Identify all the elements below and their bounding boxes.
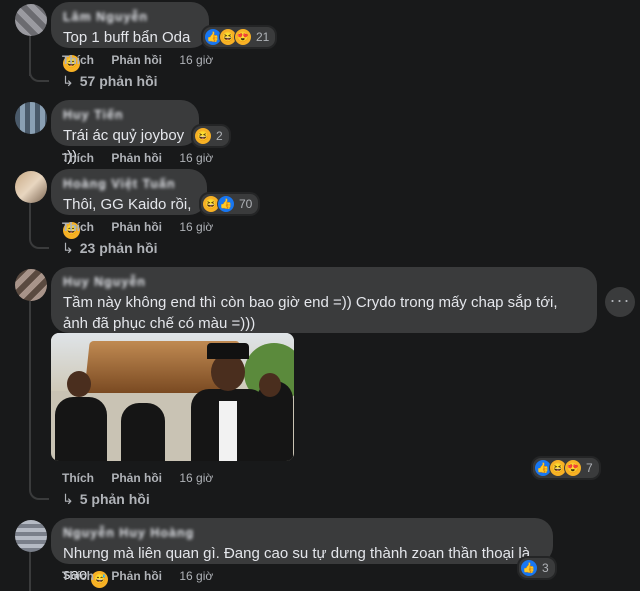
like-reaction-icon: 👍	[520, 559, 538, 577]
reaction-summary[interactable]: 👍 😆 😍 7	[531, 456, 601, 480]
comment-actions: Thích Phản hồi 16 giờ	[62, 151, 227, 165]
comment-photo[interactable]	[51, 333, 294, 461]
reply-button[interactable]: Phản hồi	[111, 471, 162, 485]
photo-pallbearer-head	[67, 371, 91, 397]
reply-button[interactable]: Phản hồi	[111, 151, 162, 165]
timestamp[interactable]: 16 giờ	[179, 471, 213, 485]
comment-author[interactable]: Huy Nguyễn	[63, 275, 585, 289]
replies-count: 5 phản hồi	[79, 491, 150, 507]
comment-bubble: Huy Tiến Trái ác quỷ joyboy :))	[51, 100, 199, 165]
love-reaction-icon: 😍	[234, 28, 252, 46]
timestamp[interactable]: 16 giờ	[179, 53, 213, 67]
comment-author[interactable]: Huy Tiến	[63, 108, 187, 122]
more-options-button[interactable]: ···	[605, 287, 635, 317]
view-replies-link[interactable]: ↳ 23 phản hồi	[62, 240, 158, 257]
thread-connector	[29, 66, 49, 82]
timestamp[interactable]: 16 giờ	[179, 569, 213, 583]
photo-shirt	[219, 401, 237, 461]
comment-author[interactable]: Nguyễn Huy Hoàng	[63, 526, 541, 540]
reaction-count: 2	[216, 129, 223, 143]
like-button[interactable]: Thích	[62, 151, 94, 165]
timestamp[interactable]: 16 giờ	[179, 220, 213, 234]
reaction-summary[interactable]: 😆 2	[191, 124, 231, 148]
avatar[interactable]	[15, 520, 47, 552]
reply-button[interactable]: Phản hồi	[111, 220, 162, 234]
love-reaction-icon: 😍	[564, 459, 582, 477]
avatar[interactable]	[15, 269, 47, 301]
reply-arrow-icon: ↳	[62, 491, 74, 507]
avatar[interactable]	[15, 102, 47, 134]
comment-bubble: Nguyễn Huy Hoàng Nhưng mà liên quan gì. …	[51, 518, 553, 588]
view-replies-link[interactable]: ↳ 57 phản hồi	[62, 73, 158, 90]
reply-arrow-icon: ↳	[62, 240, 74, 256]
avatar[interactable]	[15, 4, 47, 36]
reaction-summary[interactable]: 👍 3	[517, 556, 557, 580]
like-button[interactable]: Thích	[62, 471, 94, 485]
comment-text: Tầm này không end thì còn bao giờ end =)…	[63, 294, 558, 332]
photo-pallbearer-head	[259, 373, 281, 397]
view-replies-link[interactable]: ↳ 5 phản hồi	[62, 491, 150, 508]
comment-actions: Thích Phản hồi 16 giờ	[62, 471, 227, 485]
thread-connector	[29, 233, 49, 249]
reaction-summary[interactable]: 👍 😆 😍 21	[201, 25, 278, 49]
comment-author[interactable]: Lâm Nguyễn	[63, 10, 197, 24]
comment-actions: Thích Phản hồi 16 giờ	[62, 220, 227, 234]
photo-pallbearer	[55, 397, 107, 461]
comment-actions: Thích Phản hồi 16 giờ	[62, 53, 227, 67]
reply-arrow-icon: ↳	[62, 73, 74, 89]
comment-text-content: Thôi, GG Kaido rồi,	[63, 196, 192, 213]
like-button[interactable]: Thích	[62, 220, 94, 234]
replies-count: 23 phản hồi	[79, 240, 158, 256]
comment-text-content: Top 1 buff bẩn Oda	[63, 29, 191, 46]
replies-count: 57 phản hồi	[79, 73, 158, 89]
thread-line	[29, 300, 31, 490]
reaction-count: 21	[256, 30, 270, 44]
haha-reaction-icon: 😆	[194, 127, 212, 145]
thread-connector	[29, 484, 49, 500]
comment-bubble: Lâm Nguyễn Top 1 buff bẩn Oda😄	[51, 2, 209, 72]
comment-author[interactable]: Hoàng Việt Tuấn	[63, 177, 195, 191]
comment-bubble: Hoàng Việt Tuấn Thôi, GG Kaido rồi, 😅	[51, 169, 207, 239]
reply-button[interactable]: Phản hồi	[111, 569, 162, 583]
comment-bubble: Huy Nguyễn Tầm này không end thì còn bao…	[51, 267, 597, 333]
comment-actions: Thích Phản hồi 16 giờ	[62, 569, 227, 583]
photo-hat	[207, 343, 249, 359]
timestamp[interactable]: 16 giờ	[179, 151, 213, 165]
avatar[interactable]	[15, 171, 47, 203]
reaction-summary[interactable]: 😆 👍 70	[199, 192, 261, 216]
photo-pallbearer	[121, 403, 165, 461]
like-button[interactable]: Thích	[62, 53, 94, 67]
reaction-count: 7	[586, 461, 593, 475]
like-button[interactable]: Thích	[62, 569, 94, 583]
reaction-count: 3	[542, 561, 549, 575]
reaction-count: 70	[239, 197, 253, 211]
thread-line	[29, 550, 31, 591]
like-reaction-icon: 👍	[217, 195, 235, 213]
reply-button[interactable]: Phản hồi	[111, 53, 162, 67]
